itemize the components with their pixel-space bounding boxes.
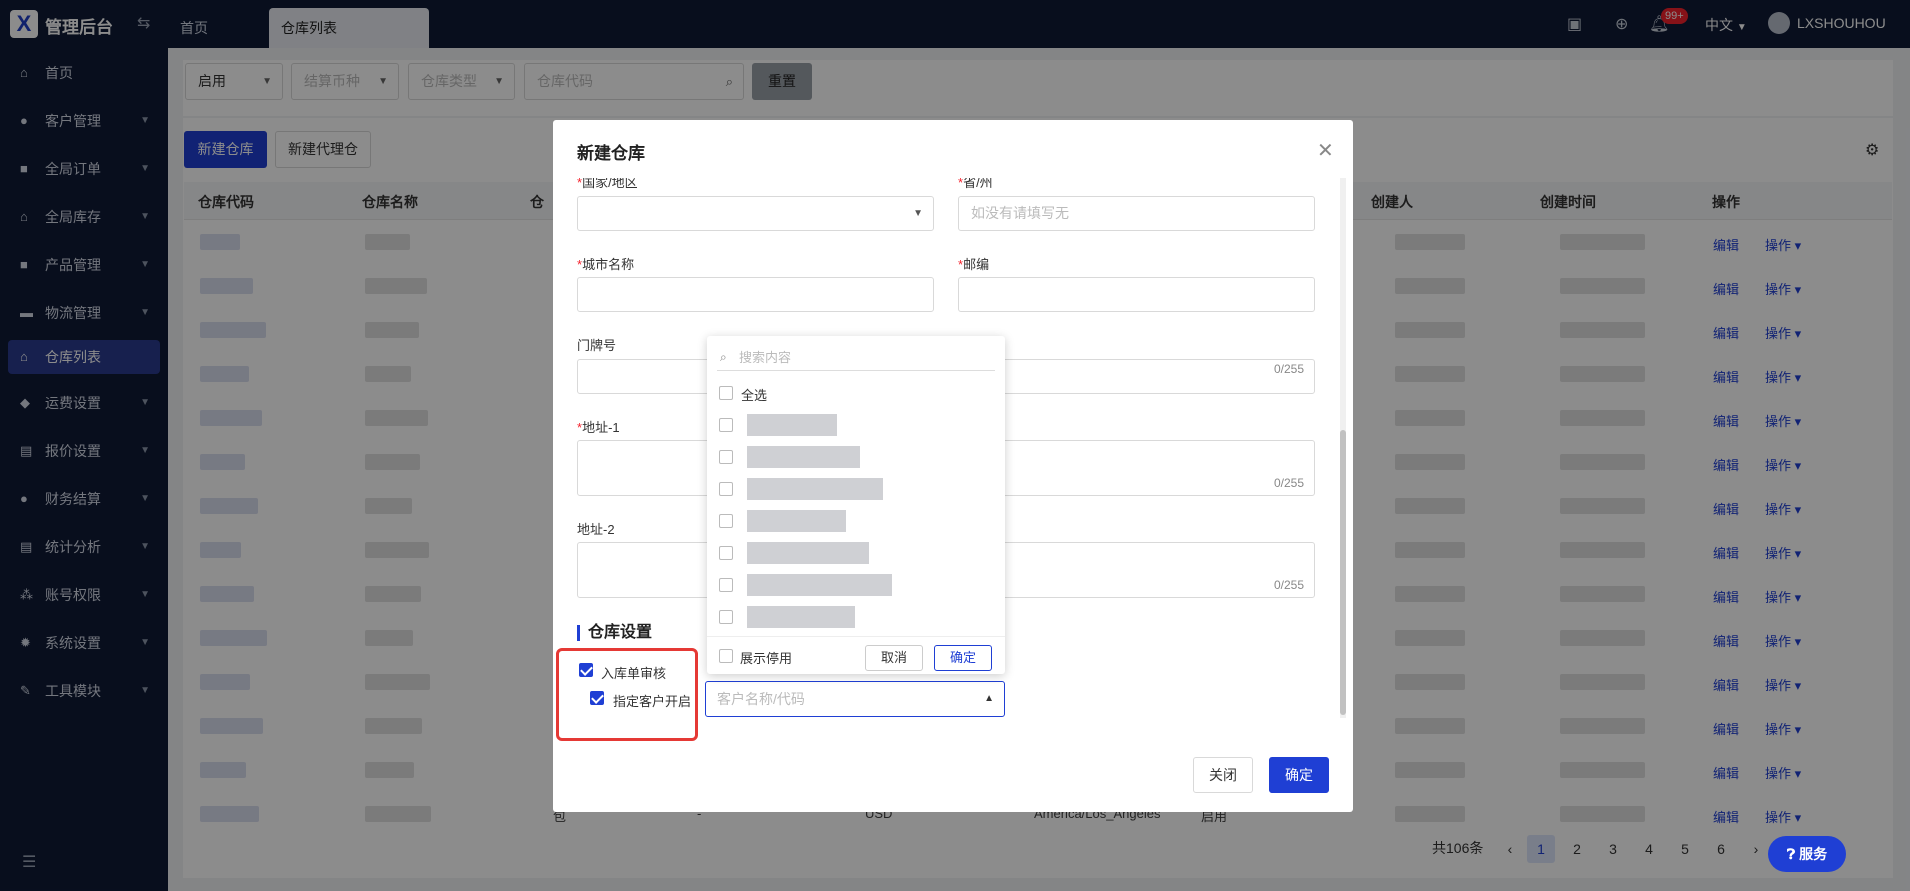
highlight-box	[556, 648, 698, 741]
dropdown-ok-button[interactable]: 确定	[934, 645, 992, 671]
dropdown-cancel-button[interactable]: 取消	[865, 645, 923, 671]
zip-input[interactable]	[958, 277, 1315, 312]
blurred-option-text	[747, 542, 869, 564]
city-label: *城市名称	[577, 257, 635, 272]
chevron-down-icon: ▼	[913, 208, 923, 219]
country-select[interactable]: ▼	[577, 196, 934, 231]
state-label: *省/州	[958, 178, 993, 190]
customer-option-checkbox[interactable]	[719, 482, 733, 496]
blurred-option-text	[747, 478, 883, 500]
chevron-up-icon: ▲	[984, 693, 994, 704]
blurred-option-text	[747, 414, 837, 436]
blurred-option-text	[747, 606, 855, 628]
modal-close-button[interactable]: 关闭	[1193, 757, 1253, 793]
service-label: 服务	[1799, 846, 1828, 862]
state-placeholder: 如没有请填写无	[971, 205, 1069, 221]
customer-option[interactable]	[719, 414, 989, 438]
dropdown-search-input[interactable]: ⌕ 搜索内容	[717, 344, 995, 371]
show-disabled-checkbox[interactable]	[719, 649, 733, 663]
help-icon: ❓︎	[1786, 846, 1796, 862]
address2-label: 地址-2	[577, 522, 615, 537]
blurred-option-text	[747, 510, 846, 532]
blurred-option-text	[747, 574, 892, 596]
customer-select[interactable]: 客户名称/代码 ▲	[705, 681, 1005, 717]
customer-option[interactable]	[719, 606, 989, 630]
address1-label: *地址-1	[577, 420, 620, 435]
house-number-label: 门牌号	[577, 338, 617, 353]
address2-count: 0/255	[1273, 578, 1304, 592]
customer-option[interactable]	[719, 478, 989, 502]
dropdown-search-placeholder: 搜索内容	[739, 350, 792, 365]
show-disabled-label: 展示停用	[740, 651, 793, 666]
customer-placeholder: 客户名称/代码	[717, 691, 805, 707]
customer-option-checkbox[interactable]	[719, 450, 733, 464]
customer-dropdown: ⌕ 搜索内容 全选 展示停用 取消 确定	[707, 336, 1005, 674]
modal-title: 新建仓库	[577, 144, 645, 163]
select-all-checkbox[interactable]	[719, 386, 733, 400]
country-label: *国家/地区	[577, 178, 638, 190]
house-count: 0/255	[1273, 362, 1304, 376]
customer-option[interactable]	[719, 542, 989, 566]
zip-label: *邮编	[958, 257, 990, 272]
section-title: 仓库设置	[577, 625, 652, 641]
blurred-option-text	[747, 446, 860, 468]
customer-option[interactable]	[719, 574, 989, 598]
state-input[interactable]: 如没有请填写无	[958, 196, 1315, 231]
modal-scroll-thumb[interactable]	[1340, 430, 1346, 715]
select-all-option[interactable]: 全选	[719, 382, 989, 406]
close-icon[interactable]: ✕	[1317, 138, 1334, 163]
city-input[interactable]	[577, 277, 934, 312]
dropdown-footer: 展示停用 取消 确定	[707, 636, 1005, 674]
customer-option[interactable]	[719, 510, 989, 534]
customer-option-checkbox[interactable]	[719, 610, 733, 624]
address1-count: 0/255	[1273, 476, 1304, 490]
service-button[interactable]: ❓︎ 服务	[1768, 836, 1846, 872]
modal-confirm-button[interactable]: 确定	[1269, 757, 1329, 793]
customer-option-checkbox[interactable]	[719, 578, 733, 592]
customer-option-checkbox[interactable]	[719, 514, 733, 528]
customer-option-checkbox[interactable]	[719, 418, 733, 432]
select-all-label: 全选	[741, 388, 768, 403]
customer-option-checkbox[interactable]	[719, 546, 733, 560]
search-icon: ⌕	[720, 350, 727, 364]
customer-option[interactable]	[719, 446, 989, 470]
